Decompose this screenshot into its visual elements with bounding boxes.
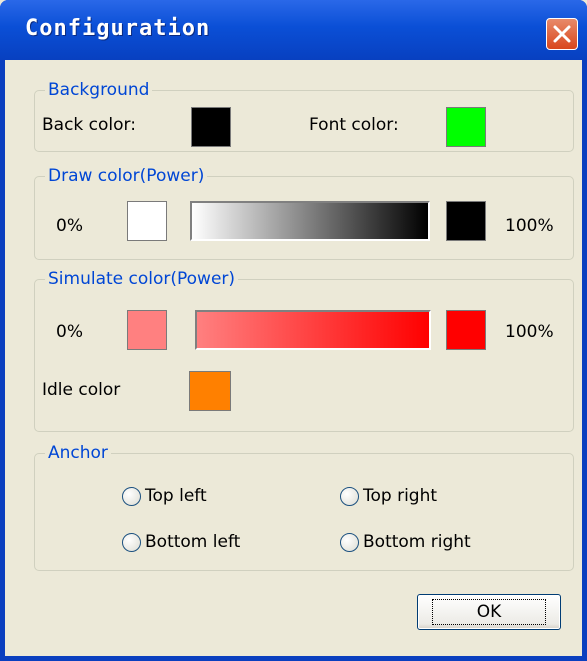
draw-color-gradient: [190, 201, 430, 241]
radio-top-left[interactable]: Top left: [122, 486, 207, 506]
simulate-max-label: 100%: [505, 322, 554, 342]
simulate-color-legend: Simulate color(Power): [48, 269, 236, 289]
draw-min-label: 0%: [56, 216, 83, 236]
radio-circle-icon[interactable]: [122, 486, 141, 506]
ok-button-label: OK: [431, 599, 547, 625]
simulate-color-group: Simulate color(Power): [34, 269, 574, 432]
draw-color-legend: Draw color(Power): [48, 166, 205, 186]
close-button[interactable]: [546, 18, 578, 50]
configuration-dialog: Configuration Background Back color: Fon…: [0, 0, 587, 661]
background-legend: Background: [48, 80, 150, 100]
radio-circle-icon[interactable]: [340, 532, 359, 552]
draw-max-color-swatch[interactable]: [446, 201, 486, 241]
radio-top-left-label: Top left: [145, 486, 207, 506]
dialog-client: Background Back color: Font color: Draw …: [5, 60, 582, 656]
draw-max-label: 100%: [505, 216, 554, 236]
font-color-swatch[interactable]: [446, 107, 486, 147]
simulate-min-label: 0%: [56, 322, 83, 342]
window-title: Configuration: [25, 16, 211, 41]
radio-bottom-left[interactable]: Bottom left: [122, 532, 240, 552]
title-bar[interactable]: Configuration: [0, 0, 587, 60]
radio-top-right[interactable]: Top right: [340, 486, 437, 506]
radio-bottom-right[interactable]: Bottom right: [340, 532, 471, 552]
idle-color-swatch[interactable]: [189, 371, 231, 411]
radio-circle-icon[interactable]: [340, 486, 359, 506]
simulate-color-gradient: [195, 310, 431, 350]
radio-top-right-label: Top right: [363, 486, 438, 506]
simulate-min-color-swatch[interactable]: [127, 310, 167, 350]
simulate-max-color-swatch[interactable]: [446, 310, 486, 350]
radio-bottom-right-label: Bottom right: [363, 532, 471, 552]
anchor-legend: Anchor: [48, 443, 108, 463]
idle-color-label: Idle color: [42, 380, 121, 400]
draw-min-color-swatch[interactable]: [127, 201, 167, 241]
radio-bottom-left-label: Bottom left: [145, 532, 241, 552]
radio-circle-icon[interactable]: [122, 532, 141, 552]
anchor-group: Anchor: [34, 443, 574, 571]
ok-button[interactable]: OK: [417, 594, 561, 630]
close-icon: [553, 25, 571, 43]
font-color-label: Font color:: [309, 115, 399, 135]
back-color-label: Back color:: [42, 115, 136, 135]
back-color-swatch[interactable]: [191, 107, 231, 147]
